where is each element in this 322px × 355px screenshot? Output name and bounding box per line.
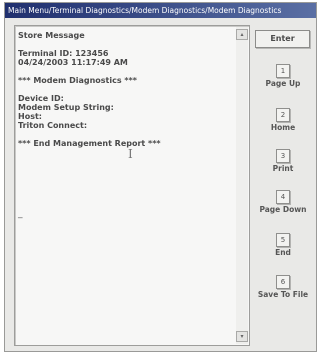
function-key-2[interactable]: 2	[276, 108, 290, 122]
report-line: 04/24/2003 11:17:49 AM	[18, 58, 128, 67]
report-blank-line	[18, 40, 234, 49]
report-line: Device ID:	[18, 94, 64, 103]
enter-button[interactable]: Enter	[255, 30, 310, 48]
report-line: Host:	[18, 112, 42, 121]
report-line: Terminal ID: 123456	[18, 49, 109, 58]
report-trailing-mark: _	[18, 209, 23, 219]
print-button[interactable]: 3 Print	[255, 149, 311, 173]
home-button[interactable]: 2 Home	[255, 108, 311, 132]
page-up-label: Page Up	[265, 79, 301, 88]
report-text-area[interactable]: Store Message Terminal ID: 123456 04/24/…	[14, 25, 250, 346]
report-line: Triton Connect:	[18, 121, 88, 130]
breadcrumb-title-bar: Main Menu/Terminal Diagnostics/Modem Dia…	[5, 3, 316, 18]
text-cursor-icon: I	[128, 147, 133, 161]
function-key-1[interactable]: 1	[276, 64, 290, 78]
report-blank-line	[18, 67, 234, 76]
scroll-down-arrow-icon[interactable]: ▾	[236, 331, 248, 342]
report-line: *** Modem Diagnostics ***	[18, 76, 137, 85]
home-label: Home	[270, 123, 296, 132]
page-up-button[interactable]: 1 Page Up	[255, 64, 311, 88]
save-to-file-button[interactable]: 6 Save To File	[255, 275, 311, 299]
page-down-label: Page Down	[259, 205, 307, 214]
report-line: *** End Management Report ***	[18, 139, 161, 148]
end-button[interactable]: 5 End	[255, 233, 311, 257]
function-key-4[interactable]: 4	[276, 190, 290, 204]
print-label: Print	[272, 164, 294, 173]
report-line: Store Message	[18, 31, 85, 40]
report-line: Modem Setup String:	[18, 103, 114, 112]
page-down-button[interactable]: 4 Page Down	[255, 190, 311, 214]
report-content: Store Message Terminal ID: 123456 04/24/…	[18, 31, 234, 148]
function-key-6[interactable]: 6	[276, 275, 290, 289]
save-to-file-label: Save To File	[257, 290, 309, 299]
diagnostics-window: Main Menu/Terminal Diagnostics/Modem Dia…	[4, 2, 317, 352]
report-blank-line	[18, 85, 234, 94]
report-blank-line	[18, 130, 234, 139]
end-label: End	[275, 248, 291, 257]
scroll-up-arrow-icon[interactable]: ▴	[236, 29, 248, 40]
function-key-5[interactable]: 5	[276, 233, 290, 247]
function-key-3[interactable]: 3	[276, 149, 290, 163]
vertical-scrollbar[interactable]: ▴ ▾	[236, 27, 248, 344]
